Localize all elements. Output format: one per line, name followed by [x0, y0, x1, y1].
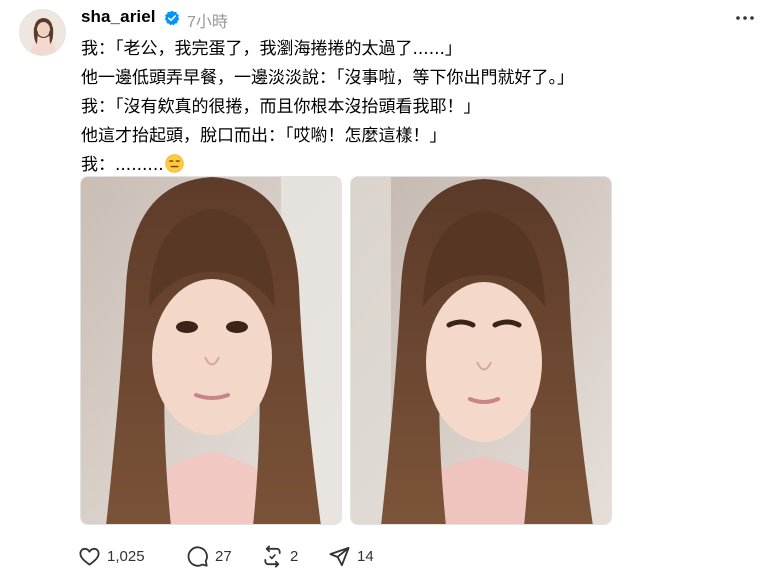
caption-line: 我：「老公，我完蛋了，我瀏海捲捲的太過了......」 [81, 39, 462, 59]
post-timestamp: 7小時 [187, 14, 228, 31]
like-button[interactable]: 1,025 [78, 542, 145, 570]
caption-line: 我：「沒有欸真的很捲，而且你根本沒抬頭看我耶！」 [81, 97, 481, 117]
like-count: 1,025 [107, 547, 145, 565]
caption-line: 他一邊低頭弄早餐，一邊淡淡說：「沒事啦，等下你出門就好了。」 [81, 68, 574, 88]
post-photo-1[interactable] [80, 176, 342, 525]
avatar[interactable] [19, 9, 66, 56]
avatar-image [20, 10, 65, 55]
post-photo-2[interactable] [350, 176, 612, 525]
share-count: 14 [357, 547, 374, 565]
caption-line: 我：......... [81, 155, 164, 175]
comment-button[interactable]: 27 [186, 542, 232, 570]
heart-icon [79, 547, 100, 566]
selfie-photo [81, 177, 341, 524]
verified-badge-icon [164, 10, 180, 26]
post-caption: 我：「老公，我完蛋了，我瀏海捲捲的太過了......」 他一邊低頭弄早餐，一邊淡… [81, 35, 751, 180]
repost-count: 2 [290, 547, 299, 565]
comment-icon [187, 545, 208, 567]
repost-icon [264, 545, 281, 567]
repost-button[interactable]: 2 [261, 542, 298, 570]
send-icon [329, 546, 350, 566]
username[interactable]: sha_ariel [81, 7, 156, 27]
selfie-photo [351, 177, 611, 524]
share-button[interactable]: 14 [328, 542, 374, 570]
caption-line: 他這才抬起頭，脫口而出：「哎喲！怎麼這樣！」 [81, 126, 447, 146]
comment-count: 27 [215, 547, 232, 565]
more-horizontal-icon [736, 16, 754, 20]
expressionless-face-emoji [165, 154, 184, 173]
more-options-button[interactable] [734, 7, 756, 29]
